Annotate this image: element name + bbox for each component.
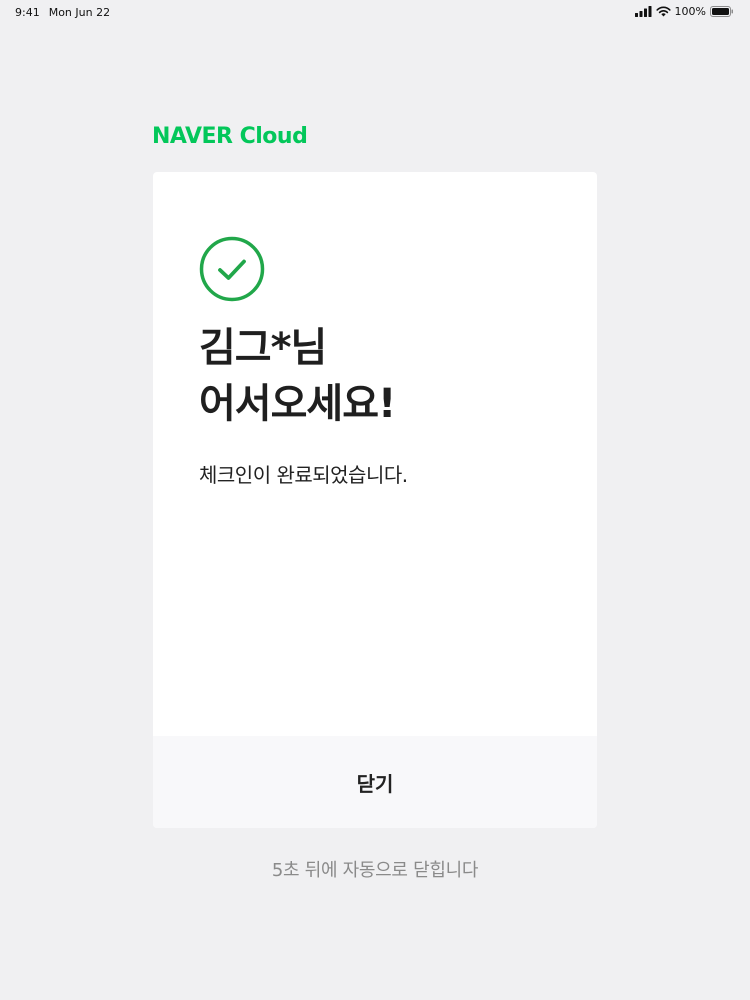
cellular-signal-icon xyxy=(634,6,652,17)
greeting-title: 김그*님 어서오세요! xyxy=(199,320,396,432)
close-button[interactable]: 닫기 xyxy=(153,736,597,828)
status-bar: 9:41 Mon Jun 22 100% xyxy=(0,0,750,26)
checkin-card: 김그*님 어서오세요! 체크인이 완료되었습니다. 닫기 xyxy=(153,172,597,828)
greeting-welcome: 어서오세요! xyxy=(199,381,396,427)
naver-cloud-logo: NAVER Cloud xyxy=(152,124,308,149)
battery-icon xyxy=(710,6,733,17)
battery-percent: 100% xyxy=(674,5,706,18)
status-date: Mon Jun 22 xyxy=(48,6,111,19)
check-circle-icon xyxy=(199,236,265,302)
checkin-complete-message: 체크인이 완료되었습니다. xyxy=(199,463,408,487)
status-time: 9:41 xyxy=(15,6,40,19)
auto-close-notice: 5초 뒤에 자동으로 닫힙니다 xyxy=(271,860,479,881)
wifi-icon xyxy=(655,6,671,17)
status-right: 100% xyxy=(634,5,734,18)
greeting-name: 김그*님 xyxy=(199,325,327,371)
status-left: 9:41 Mon Jun 22 xyxy=(15,6,110,19)
